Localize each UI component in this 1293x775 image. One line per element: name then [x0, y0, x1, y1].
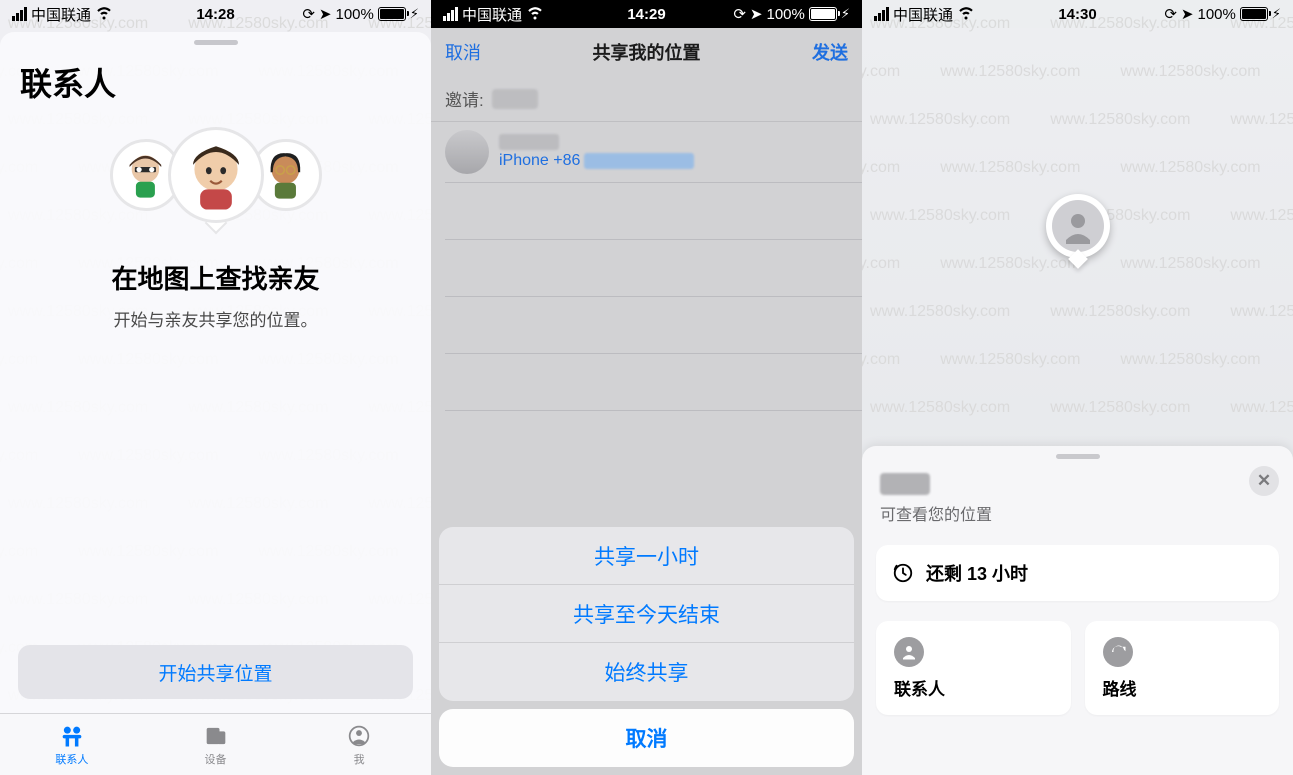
- charging-icon: ⚡︎: [841, 6, 850, 22]
- page-title: 联系人: [0, 45, 431, 111]
- battery-icon: [378, 7, 406, 21]
- person-silhouette-icon: [1060, 208, 1096, 244]
- status-time: 14:28: [196, 6, 234, 23]
- onboard-sub: 开始与亲友共享您的位置。: [0, 306, 431, 331]
- tab-me[interactable]: 我: [287, 714, 431, 775]
- contact-name-redacted: [880, 473, 930, 495]
- tab-contacts[interactable]: 联系人: [0, 714, 144, 775]
- contact-avatar: [445, 130, 489, 174]
- tab-label: 我: [354, 751, 365, 767]
- wifi-icon: [957, 3, 975, 26]
- location-icon: ➤: [319, 5, 332, 23]
- services-icon: ⟳: [302, 5, 315, 23]
- memoji-center: [168, 127, 264, 223]
- time-remaining-text: 还剩 13 小时: [926, 560, 1028, 586]
- people-icon: [58, 723, 86, 749]
- charging-icon: ⚡︎: [1272, 6, 1281, 22]
- signal-icon: [443, 7, 458, 21]
- invite-label: 邀请:: [445, 86, 484, 111]
- contacts-button[interactable]: 联系人: [876, 621, 1071, 715]
- tab-label: 设备: [205, 751, 227, 767]
- battery-icon: [1240, 7, 1268, 21]
- contact-detail-card: ✕ 可查看您的位置 还剩 13 小时 联系人 路线: [862, 446, 1293, 775]
- signal-icon: [874, 7, 889, 21]
- invite-row[interactable]: 邀请:: [431, 76, 862, 122]
- contact-row[interactable]: iPhone +86: [431, 122, 862, 182]
- clock-icon: [892, 562, 914, 584]
- person-circle-icon: [345, 723, 373, 749]
- status-carrier: 中国联通: [462, 4, 522, 25]
- devices-icon: [202, 723, 230, 749]
- close-button[interactable]: ✕: [1249, 466, 1279, 496]
- contact-phone-prefix: iPhone +86: [499, 152, 580, 170]
- services-icon: ⟳: [733, 5, 746, 23]
- phone-screen-2: www.12580sky.comwww.12580sky.comwww.1258…: [431, 0, 862, 775]
- start-sharing-button[interactable]: 开始共享位置: [18, 645, 413, 699]
- tab-label: 联系人: [55, 751, 88, 767]
- share-one-hour-button[interactable]: 共享一小时: [439, 527, 854, 585]
- status-bar: 中国联通 14:28 ⟳ ➤ 100% ⚡︎: [0, 0, 431, 28]
- status-carrier: 中国联通: [31, 4, 91, 25]
- share-nav: 取消 共享我的位置 发送: [431, 28, 862, 76]
- contact-phone-redacted: [584, 153, 694, 169]
- time-remaining-card[interactable]: 还剩 13 小时: [876, 545, 1279, 601]
- status-battery-pct: 100%: [766, 6, 804, 23]
- services-icon: ⟳: [1164, 5, 1177, 23]
- btn-label: 联系人: [894, 675, 1053, 700]
- actionsheet-cancel-button[interactable]: 取消: [439, 709, 854, 767]
- phone-screen-3: www.12580sky.comwww.12580sky.comwww.1258…: [862, 0, 1293, 775]
- status-time: 14:29: [627, 6, 665, 23]
- person-icon: [894, 637, 924, 667]
- onboard-heading: 在地图上查找亲友: [0, 259, 431, 296]
- contacts-sheet: 联系人 在地图上查找亲友 开始与亲友共享您的位置。 开始共享位置: [0, 32, 431, 775]
- location-icon: ➤: [750, 5, 763, 23]
- route-button[interactable]: 路线: [1085, 621, 1280, 715]
- status-battery-pct: 100%: [1197, 6, 1235, 23]
- status-carrier: 中国联通: [893, 4, 953, 25]
- nav-send-button[interactable]: 发送: [812, 39, 848, 65]
- invite-name-redacted: [492, 89, 538, 109]
- share-forever-button[interactable]: 始终共享: [439, 643, 854, 701]
- card-subtitle: 可查看您的位置: [880, 501, 1293, 525]
- location-pin[interactable]: [1046, 194, 1110, 266]
- status-time: 14:30: [1058, 6, 1096, 23]
- memoji-group: [0, 127, 431, 223]
- tab-bar: 联系人 设备 我: [0, 713, 431, 775]
- battery-icon: [809, 7, 837, 21]
- route-arrow-icon: [1103, 637, 1133, 667]
- share-end-of-day-button[interactable]: 共享至今天结束: [439, 585, 854, 643]
- tab-devices[interactable]: 设备: [144, 714, 288, 775]
- status-bar: 中国联通 14:30 ⟳ ➤ 100% ⚡︎: [862, 0, 1293, 28]
- wifi-icon: [526, 3, 544, 26]
- nav-cancel-button[interactable]: 取消: [445, 39, 481, 65]
- card-grabber[interactable]: [1056, 454, 1100, 459]
- duration-action-sheet: 共享一小时 共享至今天结束 始终共享 取消: [439, 527, 854, 767]
- phone-screen-1: www.12580sky.comwww.12580sky.comwww.1258…: [0, 0, 431, 775]
- contact-name-redacted: [499, 134, 559, 150]
- btn-label: 路线: [1103, 675, 1262, 700]
- wifi-icon: [95, 3, 113, 26]
- signal-icon: [12, 7, 27, 21]
- location-icon: ➤: [1181, 5, 1194, 23]
- status-bar: 中国联通 14:29 ⟳ ➤ 100% ⚡︎: [431, 0, 862, 28]
- nav-title: 共享我的位置: [593, 39, 701, 65]
- status-battery-pct: 100%: [335, 6, 373, 23]
- charging-icon: ⚡︎: [410, 6, 419, 22]
